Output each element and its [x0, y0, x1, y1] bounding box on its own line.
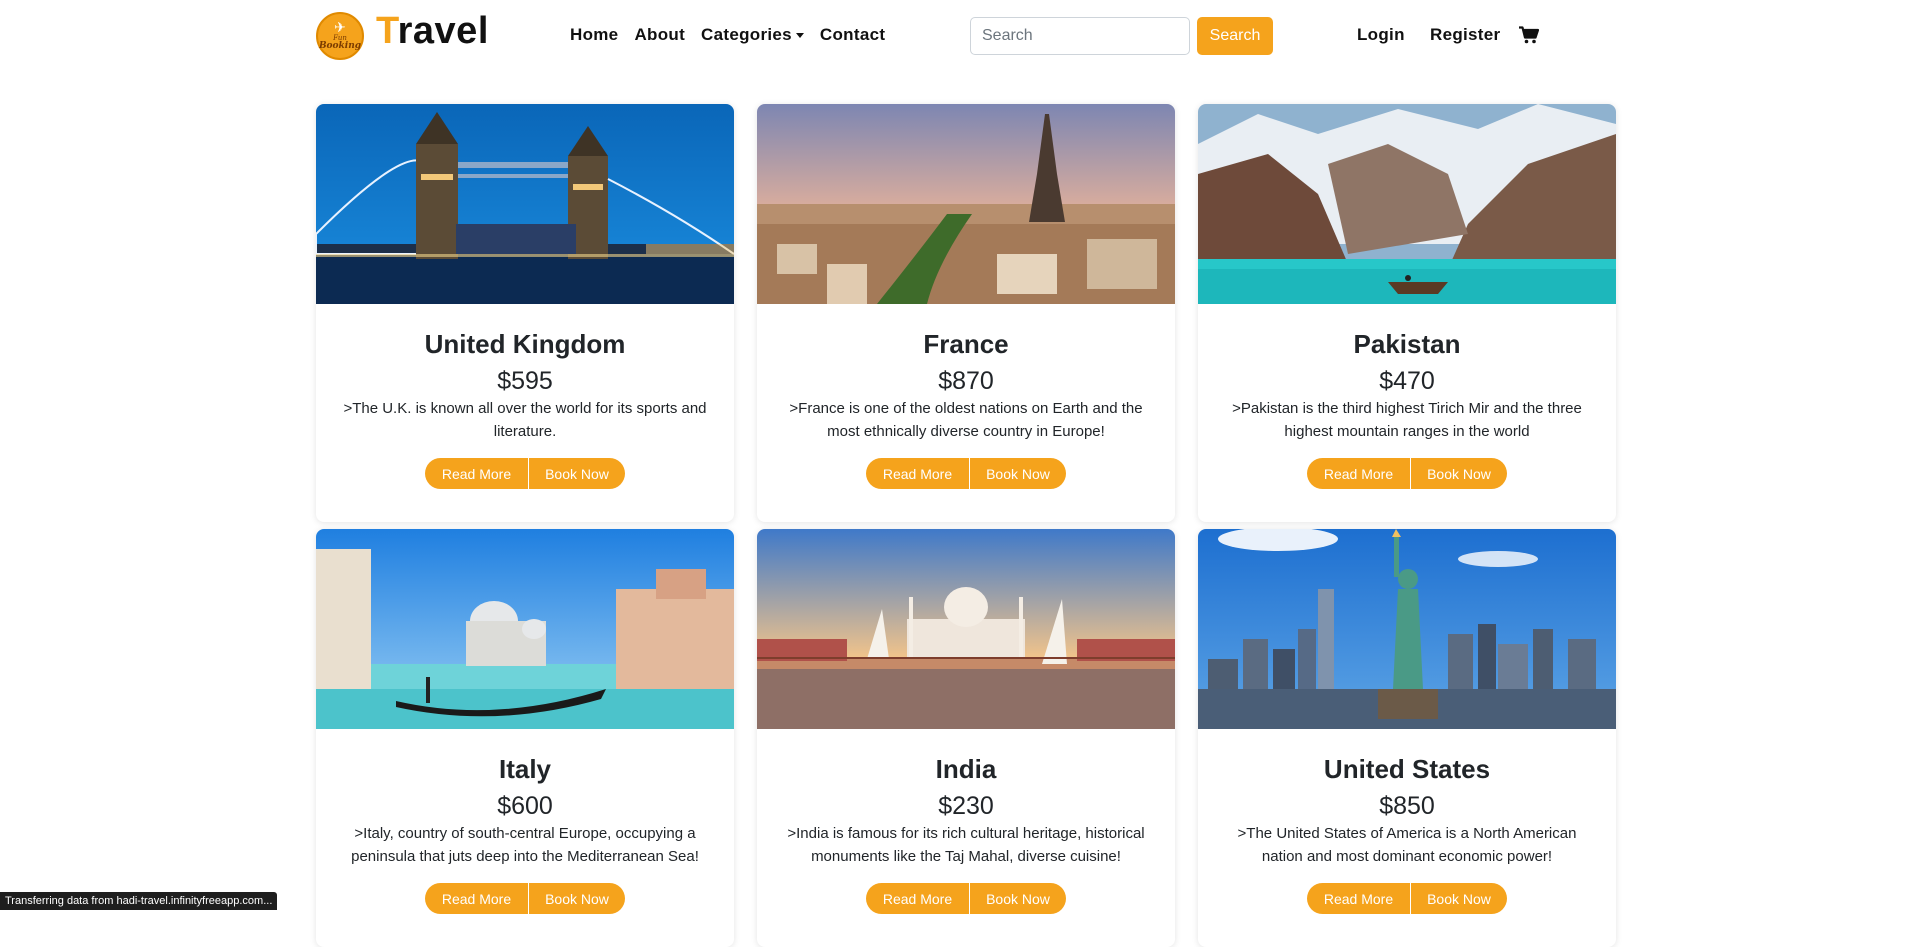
nav-categories-dropdown[interactable]: Categories: [701, 25, 804, 45]
destination-card-united-states: United States $850 >The United States of…: [1198, 529, 1616, 947]
book-now-button[interactable]: Book Now: [1411, 458, 1507, 489]
card-description: >Italy, country of south-central Europe,…: [351, 825, 699, 865]
read-more-button[interactable]: Read More: [1307, 883, 1411, 914]
brand-name[interactable]: Travel: [376, 10, 489, 53]
destination-card-united-kingdom: United Kingdom $595 >The U.K. is known a…: [316, 104, 734, 522]
card-description: >Pakistan is the third highest Tirich Mi…: [1232, 400, 1582, 440]
brand-first-letter: T: [376, 10, 398, 52]
browser-status-bar: Transferring data from hadi-travel.infin…: [0, 892, 278, 910]
card-image-tower-bridge[interactable]: [316, 104, 734, 304]
destination-card-italy: Italy $600 >Italy, country of south-cent…: [316, 529, 734, 947]
logo-text-booking: Booking: [318, 41, 362, 51]
search-button[interactable]: Search: [1197, 17, 1273, 55]
card-price: $470: [1379, 367, 1435, 395]
read-more-button[interactable]: Read More: [1307, 458, 1411, 489]
card-description: >France is one of the oldest nations on …: [789, 400, 1143, 440]
plane-icon: ✈: [334, 20, 346, 36]
nav-categories-label: Categories: [701, 25, 792, 44]
card-title: France: [923, 329, 1009, 359]
card-description: >The United States of America is a North…: [1237, 825, 1577, 865]
card-actions: Read More Book Now: [866, 883, 1066, 914]
search-input[interactable]: [970, 17, 1190, 55]
nav-contact[interactable]: Contact: [820, 25, 885, 45]
card-actions: Read More Book Now: [866, 458, 1066, 489]
card-actions: Read More Book Now: [1307, 883, 1507, 914]
destination-card-france: France $870 >France is one of the oldest…: [757, 104, 1175, 522]
read-more-button[interactable]: Read More: [425, 458, 529, 489]
card-actions: Read More Book Now: [425, 883, 625, 914]
card-title: Italy: [498, 754, 552, 784]
destination-card-india: India $230 >India is famous for its rich…: [757, 529, 1175, 947]
card-price: $230: [938, 792, 994, 820]
login-link[interactable]: Login: [1357, 25, 1405, 45]
card-title: United Kingdom: [424, 329, 626, 359]
nav-home[interactable]: Home: [570, 25, 618, 45]
card-title: United States: [1323, 754, 1491, 784]
book-now-button[interactable]: Book Now: [529, 883, 625, 914]
card-image-mountain-lake[interactable]: [1198, 104, 1616, 304]
brand-rest: ravel: [397, 10, 489, 52]
logo-badge[interactable]: ✈ Fun Booking: [316, 12, 364, 60]
card-price: $850: [1379, 792, 1435, 820]
card-price: $595: [497, 367, 553, 395]
card-image-statue-of-liberty[interactable]: [1198, 529, 1616, 729]
read-more-button[interactable]: Read More: [866, 458, 970, 489]
card-image-taj-mahal[interactable]: [757, 529, 1175, 729]
card-title: Pakistan: [1353, 329, 1461, 359]
book-now-button[interactable]: Book Now: [970, 458, 1066, 489]
card-image-venice[interactable]: [316, 529, 734, 729]
card-title: India: [935, 754, 997, 784]
card-price: $870: [938, 367, 994, 395]
register-link[interactable]: Register: [1430, 25, 1500, 45]
card-image-paris[interactable]: [757, 104, 1175, 304]
read-more-button[interactable]: Read More: [425, 883, 529, 914]
cart-icon[interactable]: [1519, 26, 1539, 44]
navbar: ✈ Fun Booking Travel Home About Categori…: [0, 0, 1917, 72]
read-more-button[interactable]: Read More: [866, 883, 970, 914]
book-now-button[interactable]: Book Now: [970, 883, 1066, 914]
destination-card-pakistan: Pakistan $470 >Pakistan is the third hig…: [1198, 104, 1616, 522]
nav-about[interactable]: About: [634, 25, 685, 45]
card-price: $600: [497, 792, 553, 820]
card-description: >India is famous for its rich cultural h…: [787, 825, 1145, 865]
main-nav: Home About Categories Contact: [570, 25, 885, 45]
card-actions: Read More Book Now: [425, 458, 625, 489]
card-description: >The U.K. is known all over the world fo…: [343, 400, 707, 440]
chevron-down-icon: [795, 33, 804, 39]
card-actions: Read More Book Now: [1307, 458, 1507, 489]
book-now-button[interactable]: Book Now: [529, 458, 625, 489]
book-now-button[interactable]: Book Now: [1411, 883, 1507, 914]
